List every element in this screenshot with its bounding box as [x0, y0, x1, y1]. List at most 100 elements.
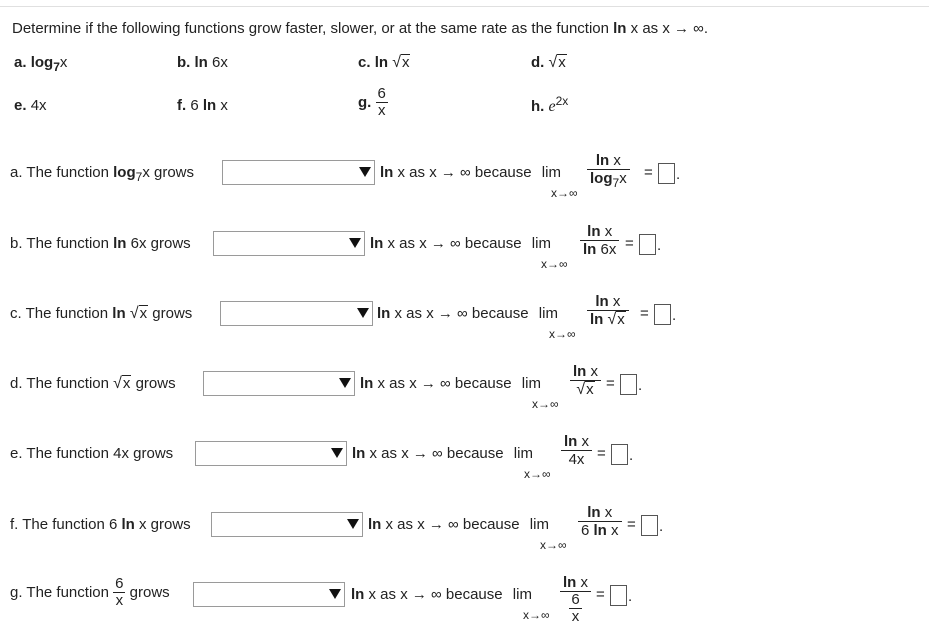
- top-divider: [0, 6, 929, 7]
- row-e-lim: lim: [513, 445, 533, 462]
- row-f-rate-dropdown[interactable]: [211, 512, 363, 537]
- row-b-equals: =: [625, 235, 634, 252]
- row-c-denominator: ln √ x: [587, 310, 629, 329]
- chevron-down-icon: [329, 589, 341, 599]
- row-d-lim-under: x→∞: [532, 397, 559, 411]
- instruction-suffix: as x → ∞.: [642, 20, 709, 37]
- row-b-limit-answer-box[interactable]: [639, 234, 656, 255]
- row-f-lim: lim: [529, 516, 549, 533]
- row-b-limit-fraction: ln x ln 6x: [580, 223, 620, 259]
- option-d-label: d.: [531, 54, 545, 71]
- row-a-fn: log: [113, 164, 136, 181]
- row-g-limit-fraction: ln x 6x: [560, 574, 592, 625]
- option-c-radicand: x: [400, 54, 411, 71]
- option-d: d. √ x: [531, 54, 567, 71]
- row-g-den: x: [113, 592, 126, 609]
- row-c-rate-dropdown[interactable]: [220, 301, 373, 326]
- option-a-log: log: [30, 54, 54, 71]
- row-d-den-radicand: x: [585, 381, 595, 398]
- row-c-ln: ln: [377, 305, 391, 322]
- option-c: c. ln √ x: [358, 54, 411, 71]
- row-d-num-x: x: [590, 363, 599, 380]
- row-f-ln: ln: [368, 516, 382, 533]
- row-b-den-arg: 6x: [600, 241, 617, 258]
- row-e-num-ln: ln: [564, 433, 578, 450]
- row-e-period: .: [629, 447, 634, 464]
- option-h-label: h.: [531, 98, 545, 115]
- row-c-sqrt: √ x: [129, 305, 149, 322]
- chevron-down-icon: [349, 238, 361, 248]
- row-d-limit-answer-box[interactable]: [620, 374, 637, 395]
- row-f-period: .: [659, 518, 664, 535]
- row-c-den-ln: ln: [590, 311, 604, 328]
- row-c-equals: =: [640, 305, 649, 322]
- row-g-because: ln x as x → ∞ because lim: [351, 586, 532, 603]
- row-a-asx: x as x → ∞ because: [397, 164, 532, 181]
- row-f-num-x: x: [604, 504, 613, 521]
- row-f-denominator: 6 ln x: [578, 521, 622, 540]
- row-b-num-x: x: [604, 223, 613, 240]
- row-b-fn-arg: 6x: [130, 235, 147, 252]
- row-d-lim: lim: [521, 375, 541, 392]
- row-b-lead: b. The function: [10, 235, 109, 252]
- row-f-lead: f. The function 6: [10, 516, 118, 533]
- row-g-ln: ln: [351, 586, 365, 603]
- row-g-den-den: x: [569, 608, 582, 625]
- row-b-lim: lim: [531, 235, 551, 252]
- option-f-label: f.: [177, 97, 187, 114]
- row-a-lim-under: x→∞: [551, 186, 578, 200]
- row-b-numerator: ln x: [580, 223, 619, 240]
- row-f-fn-tail: x grows: [138, 516, 191, 533]
- row-d-ln: ln: [360, 375, 374, 392]
- row-f-statement: f. The function 6 ln x grows: [10, 516, 191, 533]
- row-e-lim-under: x→∞: [524, 467, 551, 481]
- option-c-sqrt: √ x: [392, 54, 411, 71]
- row-c-limit-answer-box[interactable]: [654, 304, 671, 325]
- row-c-lim-under: x→∞: [549, 327, 576, 341]
- row-g-num-x: x: [580, 574, 589, 591]
- row-g-rate-dropdown[interactable]: [193, 582, 345, 607]
- option-f-coef: 6: [190, 97, 199, 114]
- row-f-limit-answer-box[interactable]: [641, 515, 658, 536]
- row-b-ln: ln: [370, 235, 384, 252]
- row-e-lead: e. The function 4x grows: [10, 445, 174, 462]
- row-c-lim: lim: [538, 305, 558, 322]
- row-c-lead: c. The function: [10, 305, 109, 322]
- row-g-num-ln: ln: [563, 574, 577, 591]
- row-d-period: .: [638, 377, 643, 394]
- row-d-rate-dropdown[interactable]: [203, 371, 355, 396]
- row-a-lim: lim: [541, 164, 561, 181]
- option-b-ln: ln: [194, 54, 208, 71]
- chevron-down-icon: [357, 308, 369, 318]
- row-a-grows: grows: [154, 164, 195, 181]
- row-c-den-radicand: x: [616, 311, 626, 328]
- option-d-radicand: x: [557, 54, 567, 71]
- row-e-rate-dropdown[interactable]: [195, 441, 347, 466]
- option-a: a. log7x: [14, 54, 67, 74]
- row-b-lim-under: x→∞: [541, 257, 568, 271]
- row-e-asx: x as x → ∞ because: [369, 445, 504, 462]
- row-f-lim-under: x→∞: [540, 538, 567, 552]
- row-e-limit-answer-box[interactable]: [611, 444, 628, 465]
- option-f-ln: ln: [202, 97, 217, 114]
- option-g-label: g.: [358, 94, 372, 111]
- row-d-grows: grows: [135, 375, 176, 392]
- option-g: g. 6x: [358, 86, 388, 119]
- row-g-limit-answer-box[interactable]: [610, 585, 627, 606]
- option-g-den: x: [375, 102, 388, 119]
- row-c-limit-fraction: ln x ln √ x: [587, 293, 629, 329]
- row-c-numerator: ln x: [587, 293, 629, 310]
- option-f: f. 6 ln x: [177, 97, 228, 114]
- row-a-limit-answer-box[interactable]: [658, 163, 675, 184]
- row-a-rate-dropdown[interactable]: [222, 160, 375, 185]
- option-f-var: x: [220, 97, 228, 114]
- row-g-numerator: ln x: [560, 574, 591, 591]
- row-a-statement: a. The function log7x grows: [10, 164, 195, 184]
- row-c-radicand: x: [138, 305, 149, 322]
- row-b-rate-dropdown[interactable]: [213, 231, 365, 256]
- row-b-asx: x as x → ∞ because: [387, 235, 522, 252]
- row-a-fn-base: 7: [135, 170, 143, 184]
- row-c-num-x: x: [612, 293, 621, 310]
- row-e-ln: ln: [352, 445, 366, 462]
- row-b-grows: grows: [150, 235, 191, 252]
